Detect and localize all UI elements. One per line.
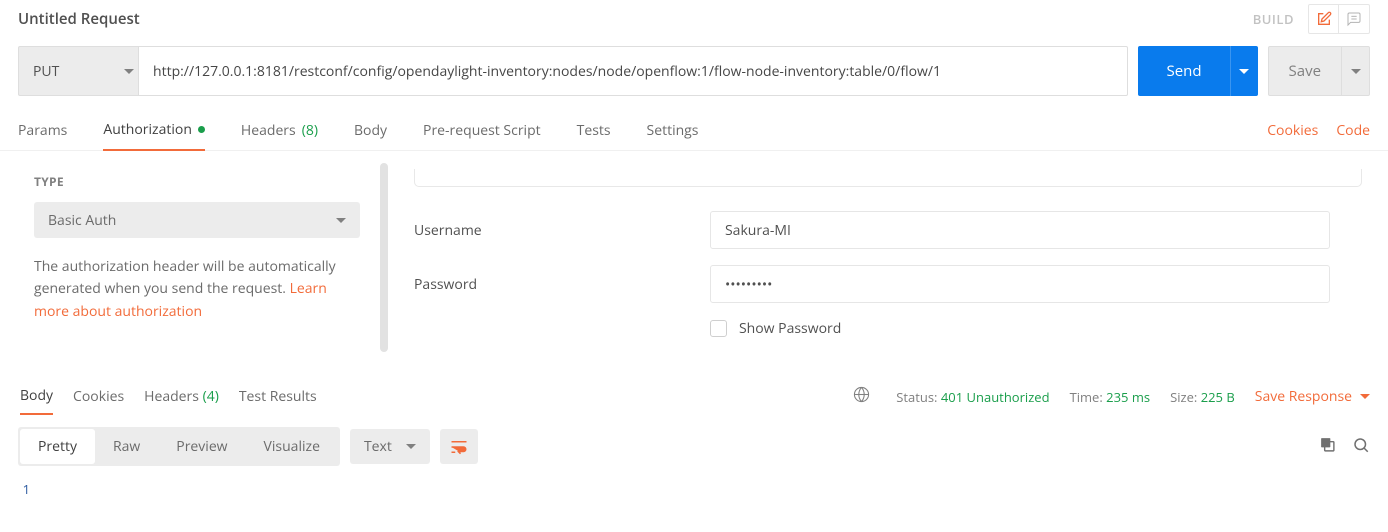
chevron-down-icon	[1351, 69, 1361, 74]
tab-body[interactable]: Body	[354, 111, 387, 150]
view-pretty[interactable]: Pretty	[20, 429, 95, 464]
format-value: Text	[364, 437, 392, 456]
view-raw[interactable]: Raw	[95, 429, 158, 464]
copy-icon[interactable]	[1319, 436, 1336, 458]
tab-tests[interactable]: Tests	[577, 111, 611, 150]
method-select[interactable]: PUT	[18, 46, 148, 96]
line-wrap-button[interactable]	[440, 429, 478, 464]
status-dot-icon	[198, 126, 205, 133]
chevron-down-icon	[124, 69, 134, 74]
password-label: Password	[414, 275, 710, 294]
response-tab-cookies[interactable]: Cookies	[73, 379, 124, 414]
method-value: PUT	[33, 62, 59, 81]
tab-label: Authorization	[103, 120, 192, 139]
chevron-down-icon	[1360, 394, 1370, 399]
save-dropdown[interactable]	[1342, 46, 1370, 96]
auth-help-text: The authorization header will be automat…	[34, 256, 354, 323]
show-password-label: Show Password	[739, 319, 841, 338]
tab-settings[interactable]: Settings	[647, 111, 699, 150]
build-label[interactable]: BUILD	[1253, 10, 1294, 28]
tab-headers[interactable]: Headers (8)	[241, 111, 318, 150]
url-input[interactable]	[138, 46, 1128, 96]
resize-handle[interactable]	[380, 163, 388, 352]
tab-label: Headers	[144, 387, 199, 406]
status-stat[interactable]: Status: 401 Unauthorized	[896, 388, 1049, 406]
save-button[interactable]: Save	[1268, 46, 1342, 96]
save-response-button[interactable]: Save Response	[1255, 387, 1370, 406]
view-preview[interactable]: Preview	[158, 429, 245, 464]
auth-type-select[interactable]: Basic Auth	[34, 202, 360, 238]
request-title: Untitled Request	[18, 9, 140, 29]
tab-prerequest-script[interactable]: Pre-request Script	[423, 111, 541, 150]
field-box	[414, 169, 1362, 187]
chevron-down-icon	[336, 218, 346, 223]
code-link[interactable]: Code	[1336, 121, 1370, 140]
edit-icon[interactable]	[1309, 5, 1339, 33]
auth-type-label: TYPE	[34, 173, 354, 190]
username-label: Username	[414, 221, 710, 240]
cookies-link[interactable]: Cookies	[1267, 121, 1318, 140]
view-visualize[interactable]: Visualize	[246, 429, 338, 464]
comment-icon[interactable]	[1339, 5, 1369, 33]
response-tab-headers[interactable]: Headers (4)	[144, 379, 219, 414]
size-stat[interactable]: Size: 225 B	[1170, 388, 1235, 406]
show-password-checkbox[interactable]	[710, 320, 727, 337]
time-stat[interactable]: Time: 235 ms	[1070, 388, 1151, 406]
chevron-down-icon	[1239, 69, 1249, 74]
chevron-down-icon	[406, 444, 416, 449]
auth-type-value: Basic Auth	[48, 211, 116, 230]
tab-params[interactable]: Params	[18, 111, 67, 150]
response-tab-body[interactable]: Body	[20, 378, 53, 415]
header-count: (4)	[203, 387, 219, 406]
send-dropdown[interactable]	[1230, 46, 1258, 96]
response-tab-test-results[interactable]: Test Results	[239, 379, 317, 414]
response-body-area[interactable]: 1	[0, 476, 1388, 512]
password-input[interactable]	[710, 265, 1330, 303]
username-input[interactable]	[710, 211, 1330, 249]
search-icon[interactable]	[1352, 436, 1370, 458]
tab-label: Headers	[241, 121, 296, 140]
send-button[interactable]: Send	[1138, 46, 1229, 96]
globe-icon[interactable]	[853, 386, 870, 407]
line-number: 1	[18, 480, 48, 498]
header-count: (8)	[302, 121, 318, 140]
format-select[interactable]: Text	[350, 429, 430, 464]
tab-authorization[interactable]: Authorization	[103, 110, 205, 151]
